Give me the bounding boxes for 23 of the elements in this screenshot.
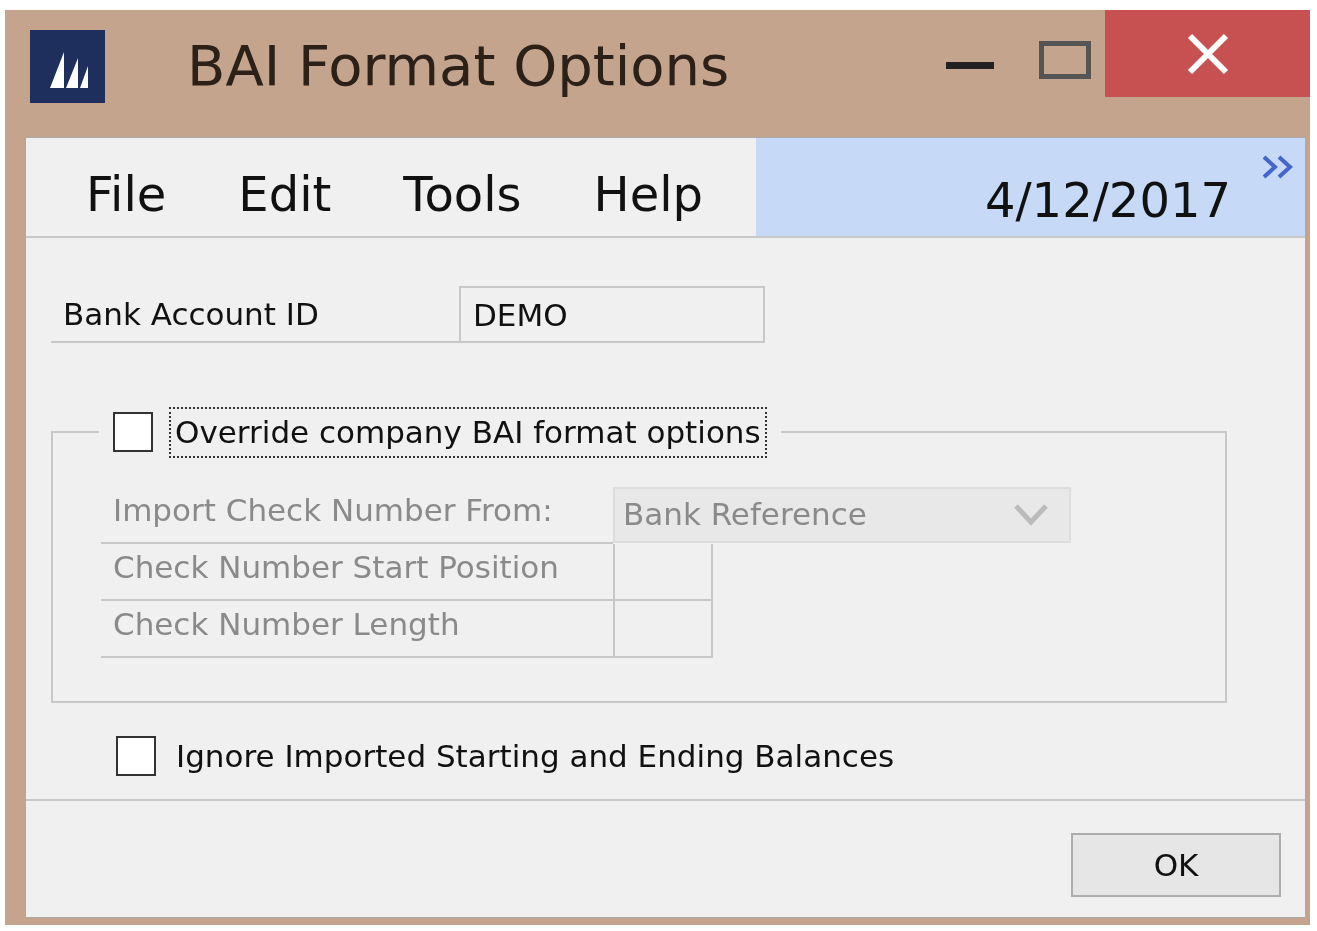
checkbox[interactable]: [116, 735, 156, 776]
field-label: Bank Account ID: [51, 286, 459, 343]
app-logo-icon: [30, 30, 105, 103]
checkbox-label[interactable]: Ignore Imported Starting and Ending Balances: [176, 732, 895, 779]
field-label: Check Number Start Position: [101, 543, 613, 601]
menu-item[interactable]: Help: [593, 158, 703, 230]
date[interactable]: 4/12/2017: [984, 164, 1231, 236]
minimize-icon: [946, 61, 994, 69]
start-position-field[interactable]: [613, 543, 713, 601]
checkbox[interactable]: [113, 412, 153, 453]
bank-account-field[interactable]: DEMO: [459, 286, 765, 343]
ok-button[interactable]: OK: [1071, 833, 1281, 897]
menu-item[interactable]: Tools: [403, 158, 522, 230]
checkbox-label[interactable]: Override company BAI format options: [169, 407, 767, 458]
menu-item[interactable]: File: [86, 158, 167, 230]
chevron-down-icon: [1013, 502, 1049, 527]
length-field[interactable]: [613, 600, 713, 658]
field-label: Import Check Number From:: [101, 486, 613, 544]
close-icon: [1185, 31, 1230, 76]
maximize-icon: [1039, 41, 1091, 79]
field-label: Check Number Length: [101, 600, 613, 658]
menu-item[interactable]: Edit: [238, 158, 332, 230]
close-button[interactable]: [1105, 10, 1310, 97]
